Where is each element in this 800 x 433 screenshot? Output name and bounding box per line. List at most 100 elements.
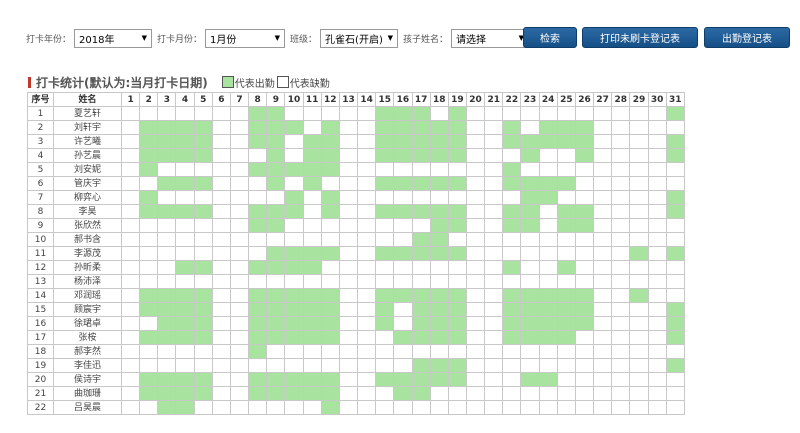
day-cell-absent — [629, 162, 649, 177]
day-cell-absent — [211, 344, 231, 359]
day-cell-present — [175, 316, 195, 331]
day-cell-present — [266, 162, 286, 177]
month-select[interactable]: 1月份 ▼ — [205, 28, 286, 48]
attendance-register-button[interactable]: 出勤登记表 — [704, 27, 790, 48]
day-cell-present — [520, 218, 540, 233]
day-cell-present — [248, 386, 268, 401]
day-cell-absent — [229, 204, 250, 219]
day-cell-absent — [502, 148, 522, 163]
day-cell-absent — [411, 190, 431, 205]
day-cell-present — [193, 204, 213, 219]
day-cell-absent — [302, 106, 322, 121]
day-cell-absent — [302, 400, 322, 415]
day-cell-absent — [193, 218, 213, 233]
day-cell-present — [665, 204, 685, 219]
search-button[interactable]: 检索 — [523, 27, 577, 48]
day-cell-absent — [484, 120, 504, 135]
day-cell-present — [447, 218, 467, 233]
day-cell-absent — [611, 204, 631, 219]
year-select-value: 2018年 — [79, 34, 115, 46]
print-unpunched-button[interactable]: 打印未刷卡登记表 — [582, 27, 698, 48]
row-name: 孙艺晨 — [53, 148, 122, 163]
row-index: 16 — [27, 316, 54, 331]
day-cell-absent — [647, 218, 667, 233]
day-cell-absent — [611, 400, 631, 415]
day-cell-absent — [502, 400, 522, 415]
day-cell-present — [520, 288, 540, 303]
day-cell-present — [556, 260, 576, 275]
day-cell-present — [375, 148, 395, 163]
day-cell-absent — [338, 400, 359, 415]
day-cell-absent — [556, 372, 576, 387]
day-cell-absent — [120, 204, 141, 219]
day-cell-absent — [211, 218, 231, 233]
header-day: 5 — [193, 92, 213, 107]
day-cell-present — [538, 302, 558, 317]
day-cell-absent — [574, 274, 595, 289]
day-cell-present — [248, 316, 268, 331]
day-cell-absent — [266, 190, 286, 205]
day-cell-absent — [484, 358, 504, 373]
day-cell-present — [520, 148, 540, 163]
day-cell-absent — [647, 316, 667, 331]
class-select[interactable]: 孔雀石(开启) ▼ — [320, 28, 399, 48]
day-cell-present — [411, 302, 431, 317]
day-cell-present — [320, 372, 340, 387]
row-index: 13 — [27, 274, 54, 289]
day-cell-present — [266, 246, 286, 261]
row-name: 柳弈心 — [53, 190, 122, 205]
day-cell-absent — [175, 106, 195, 121]
day-cell-present — [320, 246, 340, 261]
day-cell-present — [393, 386, 413, 401]
day-cell-absent — [593, 274, 613, 289]
day-cell-absent — [229, 330, 250, 345]
day-cell-present — [411, 330, 431, 345]
day-cell-absent — [120, 232, 141, 247]
day-cell-present — [375, 316, 395, 331]
day-cell-present — [502, 176, 522, 191]
day-cell-absent — [611, 148, 631, 163]
day-cell-absent — [465, 260, 486, 275]
day-cell-present — [193, 134, 213, 149]
day-cell-absent — [574, 176, 595, 191]
day-cell-present — [538, 120, 558, 135]
header-day: 31 — [665, 92, 685, 107]
day-cell-absent — [302, 344, 322, 359]
day-cell-present — [139, 134, 159, 149]
day-cell-absent — [611, 302, 631, 317]
day-cell-absent — [229, 232, 250, 247]
day-cell-absent — [120, 330, 141, 345]
day-cell-absent — [248, 400, 268, 415]
day-cell-absent — [375, 274, 395, 289]
day-cell-absent — [338, 176, 359, 191]
row-index: 12 — [27, 260, 54, 275]
day-cell-absent — [465, 190, 486, 205]
day-cell-absent — [484, 316, 504, 331]
day-cell-absent — [120, 274, 141, 289]
day-cell-absent — [120, 162, 141, 177]
day-cell-absent — [629, 400, 649, 415]
day-cell-present — [574, 134, 595, 149]
day-cell-present — [429, 120, 449, 135]
day-cell-absent — [520, 120, 540, 135]
day-cell-absent — [574, 400, 595, 415]
day-cell-absent — [574, 190, 595, 205]
day-cell-absent — [447, 400, 467, 415]
day-cell-present — [411, 148, 431, 163]
row-name: 张桉 — [53, 330, 122, 345]
header-day: 11 — [302, 92, 322, 107]
day-cell-absent — [248, 148, 268, 163]
day-cell-absent — [502, 344, 522, 359]
day-cell-absent — [465, 358, 486, 373]
row-index: 18 — [27, 344, 54, 359]
table-row: 5 刘安妮 — [27, 162, 685, 177]
row-name: 管庆宇 — [53, 176, 122, 191]
row-index: 10 — [27, 232, 54, 247]
year-label: 打卡年份： — [26, 34, 72, 45]
stats-header: 打卡统计(默认为:当月打卡日期) 代表出勤 代表缺勤 — [28, 73, 332, 91]
year-select[interactable]: 2018年 ▼ — [74, 28, 153, 48]
day-cell-present — [393, 246, 413, 261]
table-row: 18 郝李然 — [27, 344, 685, 359]
child-select[interactable]: 请选择 ▼ — [451, 28, 530, 48]
day-cell-absent — [211, 330, 231, 345]
